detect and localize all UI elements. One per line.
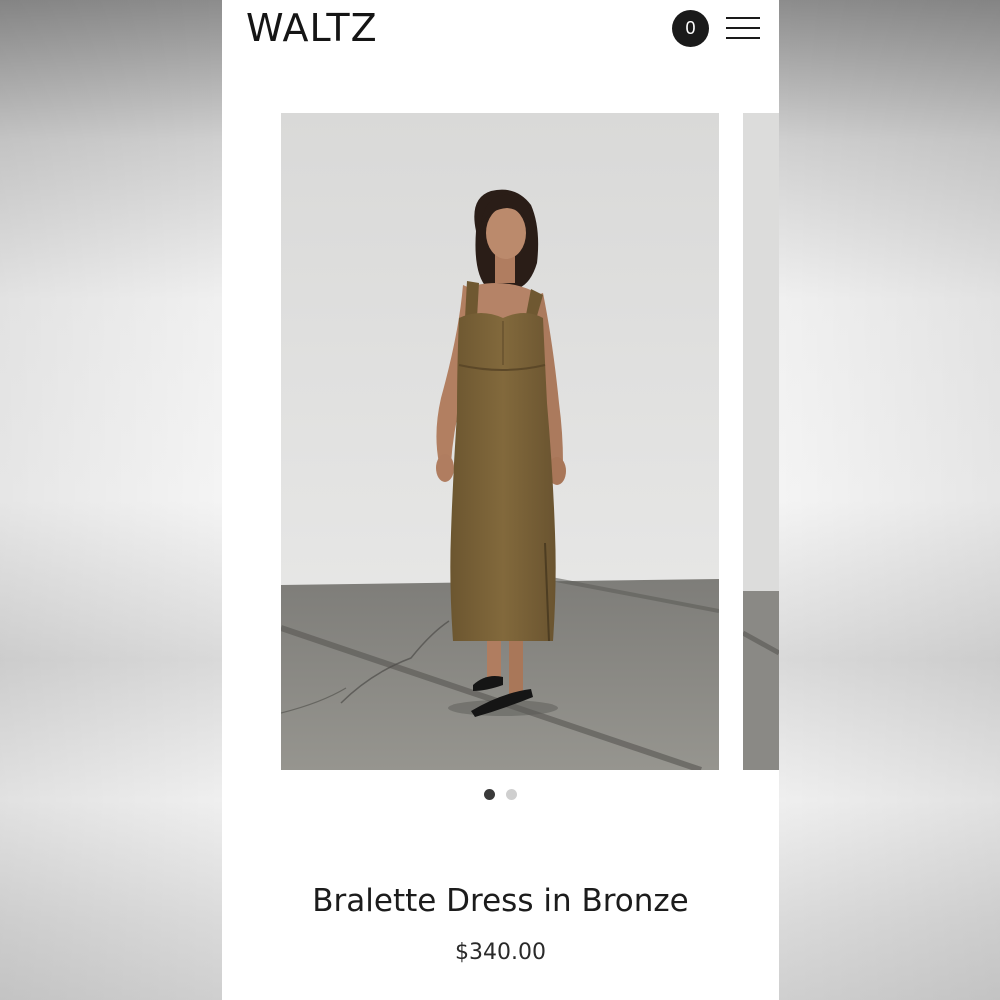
menu-line <box>726 17 760 19</box>
product-price: $340.00 <box>455 940 546 965</box>
site-header: WALTZ 0 <box>222 0 779 60</box>
product-photo-main[interactable] <box>281 113 719 770</box>
carousel-dot[interactable] <box>505 789 517 800</box>
mobile-page: WALTZ 0 Bralette Dress in Bronze $340.00 <box>222 0 779 1000</box>
brand-logo[interactable]: WALTZ <box>246 6 378 50</box>
menu-line <box>726 37 760 39</box>
model-in-bronze-dress-photo <box>281 113 719 770</box>
next-product-photo-partial <box>743 113 779 770</box>
menu-line <box>726 27 760 29</box>
product-photo-next[interactable] <box>743 113 779 770</box>
product-title[interactable]: Bralette Dress in Bronze <box>222 878 779 924</box>
product-image-carousel[interactable] <box>222 113 779 770</box>
carousel-pagination <box>222 787 779 801</box>
hamburger-menu-icon[interactable] <box>726 14 760 44</box>
carousel-dot-active[interactable] <box>484 789 496 800</box>
cart-count-badge[interactable]: 0 <box>672 10 709 47</box>
